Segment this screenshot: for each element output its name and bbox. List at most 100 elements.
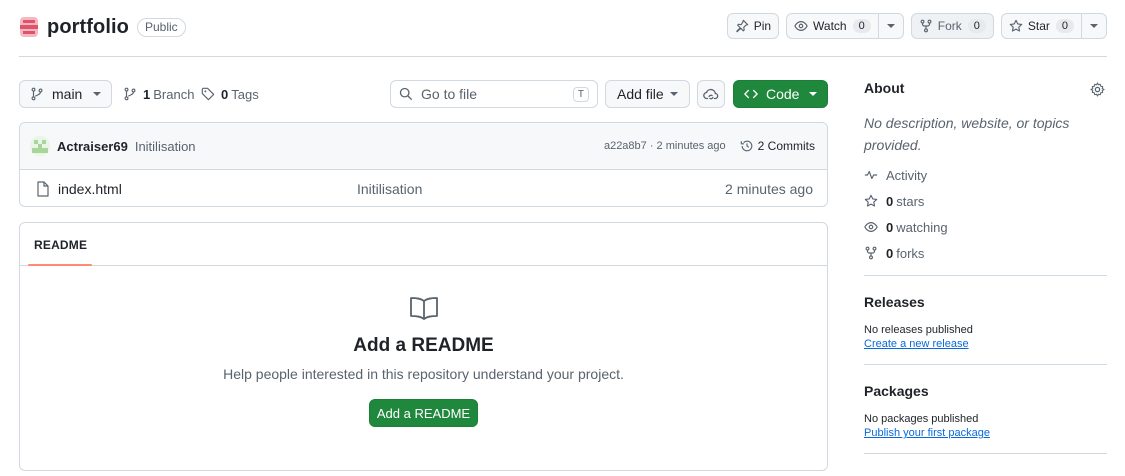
tab-active-indicator — [28, 264, 92, 266]
stars-count: 0 — [886, 193, 894, 209]
eye-icon — [864, 222, 878, 232]
repo-name[interactable]: portfolio — [47, 16, 129, 39]
gear-icon[interactable] — [1090, 82, 1105, 97]
chevron-down-icon — [1090, 24, 1098, 28]
watch-dropdown-button[interactable] — [878, 13, 904, 39]
file-toolbar: main 1 Branch 0 Tags Go to file T Add fi… — [19, 80, 828, 108]
file-table: Actraiser69 Initilisation a22a8b7 · 2 mi… — [19, 122, 828, 207]
chevron-down-icon — [886, 24, 895, 28]
branch-icon — [31, 87, 43, 101]
book-icon — [410, 297, 438, 320]
star-button[interactable]: Star 0 — [1000, 13, 1082, 39]
watching-count: 0 — [886, 219, 894, 235]
visibility-badge: Public — [136, 17, 186, 37]
branches-link[interactable]: 1 Branch — [123, 80, 194, 108]
publish-package-link[interactable]: Publish your first package — [864, 427, 1107, 439]
code-button[interactable]: Code — [733, 80, 828, 108]
watch-group: Watch 0 — [786, 13, 904, 39]
commit-meta: a22a8b7 · 2 minutes ago 2 Commits — [604, 139, 815, 153]
repo-header: portfolio Public — [19, 14, 186, 40]
fork-count: 0 — [967, 19, 986, 33]
author-avatar — [30, 136, 50, 156]
watching-label: watching — [896, 219, 948, 235]
forks-count: 0 — [886, 245, 894, 261]
watch-label: Watch — [813, 19, 847, 33]
search-icon — [399, 87, 413, 101]
commits-count-label: 2 Commits — [757, 139, 815, 153]
readme-panel: README Add a README Help people interest… — [19, 222, 828, 471]
cloud-sync-icon — [703, 88, 719, 100]
commit-message[interactable]: Initilisation — [135, 139, 196, 154]
fork-label: Fork — [937, 19, 962, 33]
repo-avatar-icon — [20, 17, 38, 37]
about-description: No description, website, or topics provi… — [864, 115, 1070, 153]
releases-heading[interactable]: Releases — [864, 294, 1107, 310]
tag-icon — [201, 87, 215, 101]
commits-history-link[interactable]: 2 Commits — [740, 139, 815, 153]
go-to-file-input[interactable]: Go to file T — [390, 80, 598, 108]
watch-button[interactable]: Watch 0 — [786, 13, 879, 39]
commit-hash-time[interactable]: a22a8b7 · 2 minutes ago — [604, 140, 726, 152]
pulse-icon — [864, 170, 878, 180]
branch-icon — [124, 87, 136, 101]
packages-empty-text: No packages published — [864, 413, 979, 425]
activity-label: Activity — [886, 167, 928, 183]
about-heading: About — [864, 80, 905, 96]
activity-link[interactable]: Activity — [864, 167, 1107, 183]
branch-selector[interactable]: main — [19, 80, 112, 108]
file-commit-message[interactable]: Initilisation — [357, 181, 422, 197]
watching-link[interactable]: 0 watching — [864, 219, 1107, 235]
fork-icon — [865, 246, 877, 260]
forks-label: forks — [896, 245, 925, 261]
latest-commit-row: Actraiser69 Initilisation a22a8b7 · 2 mi… — [20, 123, 827, 170]
tags-link[interactable]: 0 Tags — [201, 80, 259, 108]
fork-button[interactable]: Fork 0 — [910, 13, 994, 39]
tag-count: 0 — [221, 86, 229, 102]
star-dropdown-button[interactable] — [1082, 13, 1107, 39]
search-shortcut-key: T — [572, 86, 589, 102]
chevron-down-icon — [93, 92, 101, 96]
forks-link[interactable]: 0 forks — [864, 245, 1107, 261]
create-release-link[interactable]: Create a new release — [864, 338, 1107, 350]
branch-count-label: Branch — [153, 86, 195, 102]
fork-icon — [920, 19, 932, 33]
star-icon — [864, 194, 878, 207]
tab-readme[interactable]: README — [34, 238, 87, 252]
stars-link[interactable]: 0 stars — [864, 193, 1107, 209]
releases-empty-text: No releases published — [864, 324, 973, 336]
history-icon — [740, 140, 752, 152]
codespaces-button[interactable] — [697, 80, 725, 108]
star-label: Star — [1027, 19, 1050, 33]
add-readme-button[interactable]: Add a README — [369, 399, 478, 427]
code-label: Code — [766, 86, 800, 102]
packages-heading[interactable]: Packages — [864, 383, 1107, 399]
branch-name: main — [52, 86, 83, 102]
code-icon — [744, 89, 758, 99]
add-file-button[interactable]: Add file — [605, 80, 690, 108]
star-count: 0 — [1055, 19, 1074, 33]
search-placeholder: Go to file — [421, 86, 478, 102]
readme-tab-bar: README — [20, 223, 827, 266]
commit-author[interactable]: Actraiser69 — [57, 139, 128, 154]
eye-icon — [794, 21, 808, 31]
file-row[interactable]: index.html Initilisation 2 minutes ago — [20, 170, 827, 206]
pin-label: Pin — [753, 19, 772, 33]
header-divider — [19, 56, 1107, 57]
pin-icon — [735, 19, 748, 33]
file-age: 2 minutes ago — [725, 180, 813, 197]
watch-count: 0 — [852, 19, 871, 33]
file-icon — [37, 180, 49, 197]
star-group: Star 0 — [1000, 13, 1107, 39]
sidebar-divider — [864, 364, 1107, 365]
repo-sidebar: About No description, website, or topics… — [864, 80, 1107, 454]
pin-button[interactable]: Pin — [726, 13, 780, 39]
tag-count-label: Tags — [231, 86, 259, 102]
stars-label: stars — [896, 193, 925, 209]
star-icon — [1009, 19, 1023, 32]
repo-actions: Pin Watch 0 Fork 0 Star 0 — [726, 13, 1107, 39]
chevron-down-icon — [809, 92, 817, 96]
file-name[interactable]: index.html — [58, 181, 122, 197]
add-file-label: Add file — [617, 86, 664, 102]
readme-empty-subtitle: Help people interested in this repositor… — [223, 366, 624, 382]
readme-empty-title: Add a README — [353, 335, 494, 356]
